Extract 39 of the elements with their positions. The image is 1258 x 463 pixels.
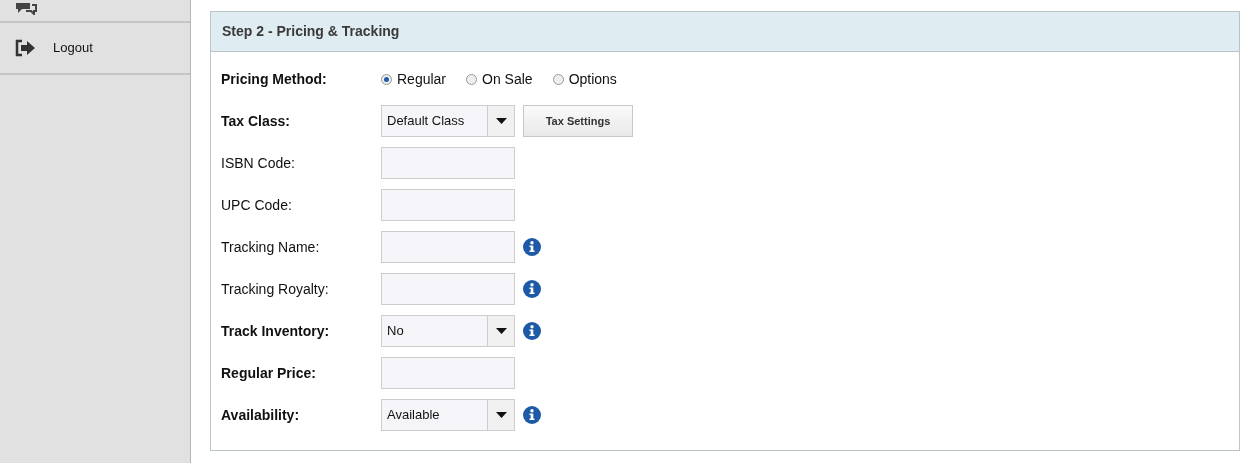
input-field[interactable] — [381, 357, 515, 389]
radio-button[interactable] — [552, 73, 564, 85]
chat-icon[interactable] — [14, 3, 38, 15]
input-field[interactable] — [381, 147, 515, 179]
input-field[interactable] — [381, 273, 515, 305]
input-field[interactable] — [381, 231, 515, 263]
field-label: Track Inventory: — [221, 321, 331, 341]
info-icon[interactable] — [523, 406, 541, 424]
radio-label: On Sale — [482, 69, 533, 89]
tax-settings-button[interactable]: Tax Settings — [523, 105, 633, 137]
dropdown[interactable]: No — [381, 315, 515, 347]
field-label: Tracking Royalty: — [221, 279, 330, 299]
input-field[interactable] — [381, 189, 515, 221]
field-label: Tax Class: — [221, 111, 291, 131]
sidebar-item[interactable]: Logout — [0, 23, 190, 75]
caret-icon — [495, 118, 507, 124]
radio-button[interactable] — [381, 73, 392, 85]
field-label: Pricing Method: — [221, 69, 328, 89]
dropdown[interactable]: Available — [381, 399, 515, 431]
sidebar-label: Logout — [53, 39, 93, 58]
info-icon[interactable] — [523, 280, 541, 298]
panel-title: Step 2 - Pricing & Tracking — [211, 12, 1239, 52]
info-icon[interactable] — [523, 238, 541, 256]
caret-icon — [495, 412, 507, 418]
dropdown-value: No — [386, 322, 405, 341]
radio-label: Regular — [397, 69, 447, 89]
field-label: Regular Price: — [221, 363, 317, 383]
dropdown-value: Default Class — [386, 112, 466, 131]
radio-button[interactable] — [466, 73, 478, 85]
caret-icon — [495, 328, 507, 334]
dropdown-value: Available — [386, 406, 441, 425]
radio-label: Options — [568, 69, 617, 89]
info-icon[interactable] — [523, 322, 541, 340]
field-label: UPC Code: — [221, 195, 293, 215]
field-label: Availability: — [221, 405, 301, 425]
logout-icon — [14, 39, 36, 57]
field-label: Tracking Name: — [221, 237, 321, 257]
field-label: ISBN Code: — [221, 153, 296, 173]
dropdown[interactable]: Default Class — [381, 105, 515, 137]
